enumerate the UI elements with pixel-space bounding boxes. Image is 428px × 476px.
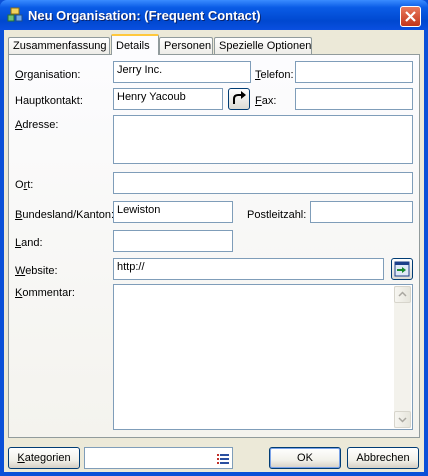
list-icon[interactable] (217, 453, 229, 465)
fax-field[interactable] (295, 88, 413, 110)
open-website-button[interactable] (391, 258, 413, 280)
telefon-label: Telefon: (255, 69, 294, 81)
chevron-up-icon (398, 291, 407, 297)
adresse-field[interactable] (113, 115, 413, 164)
open-website-icon (394, 261, 410, 277)
postleitzahl-field[interactable] (310, 201, 413, 223)
organisation-label: Organisation: (15, 69, 81, 81)
go-to-contact-icon (233, 91, 246, 104)
go-to-contact-button[interactable] (228, 88, 250, 110)
postleitzahl-label: Postleitzahl: (247, 209, 307, 221)
hauptkontakt-field[interactable]: Henry Yacoub (113, 88, 223, 110)
ok-button[interactable]: OK (269, 447, 341, 469)
ort-field[interactable] (113, 172, 413, 194)
details-panel: Organisation: Jerry Inc. Telefon: Hauptk… (8, 54, 420, 438)
telefon-field[interactable] (295, 61, 413, 83)
organisation-field[interactable]: Jerry Inc. (113, 61, 251, 83)
close-button[interactable] (400, 6, 421, 27)
scroll-up-button[interactable] (394, 286, 411, 303)
tab-label: Zusammenfassung (13, 40, 107, 52)
tab-zusammenfassung[interactable]: Zusammenfassung (8, 37, 110, 55)
close-icon (405, 11, 416, 22)
kommentar-label: Kommentar: (15, 287, 75, 299)
tab-details[interactable]: Details (111, 34, 159, 55)
bundesland-label: Bundesland/Kanton: (15, 209, 115, 221)
dialog-body: Zusammenfassung Details Personen Speziel… (4, 30, 424, 472)
ort-label: Ort: (15, 179, 34, 191)
kommentar-scrollbar[interactable] (394, 286, 411, 428)
land-field[interactable] (113, 230, 233, 252)
tab-spezielle-optionen[interactable]: Spezielle Optionen (214, 37, 312, 55)
organisation-icon (7, 7, 23, 22)
kommentar-field[interactable] (113, 284, 413, 430)
scroll-down-button[interactable] (394, 411, 411, 428)
tab-label: Spezielle Optionen (219, 40, 312, 52)
hauptkontakt-label: Hauptkontakt: (15, 95, 83, 107)
tab-personen[interactable]: Personen (159, 37, 213, 55)
land-label: Land: (15, 237, 43, 249)
tab-label: Details (116, 40, 150, 52)
fax-label: Fax: (255, 95, 277, 107)
title-bar[interactable]: Neu Organisation: (Frequent Contact) (0, 0, 428, 30)
website-label: Website: (15, 265, 58, 277)
bundesland-field[interactable]: Lewiston (113, 201, 233, 223)
tab-label: Personen (164, 40, 212, 52)
website-field[interactable]: http:// (113, 258, 384, 280)
adresse-label: Adresse: (15, 119, 59, 131)
chevron-down-icon (398, 417, 407, 423)
kategorien-button[interactable]: Kategorien (8, 447, 80, 469)
window-title: Neu Organisation: (Frequent Contact) (28, 8, 261, 23)
cancel-button[interactable]: Abbrechen (347, 447, 419, 469)
category-field[interactable] (84, 447, 233, 469)
dialog-window: Neu Organisation: (Frequent Contact) Zus… (0, 0, 428, 476)
